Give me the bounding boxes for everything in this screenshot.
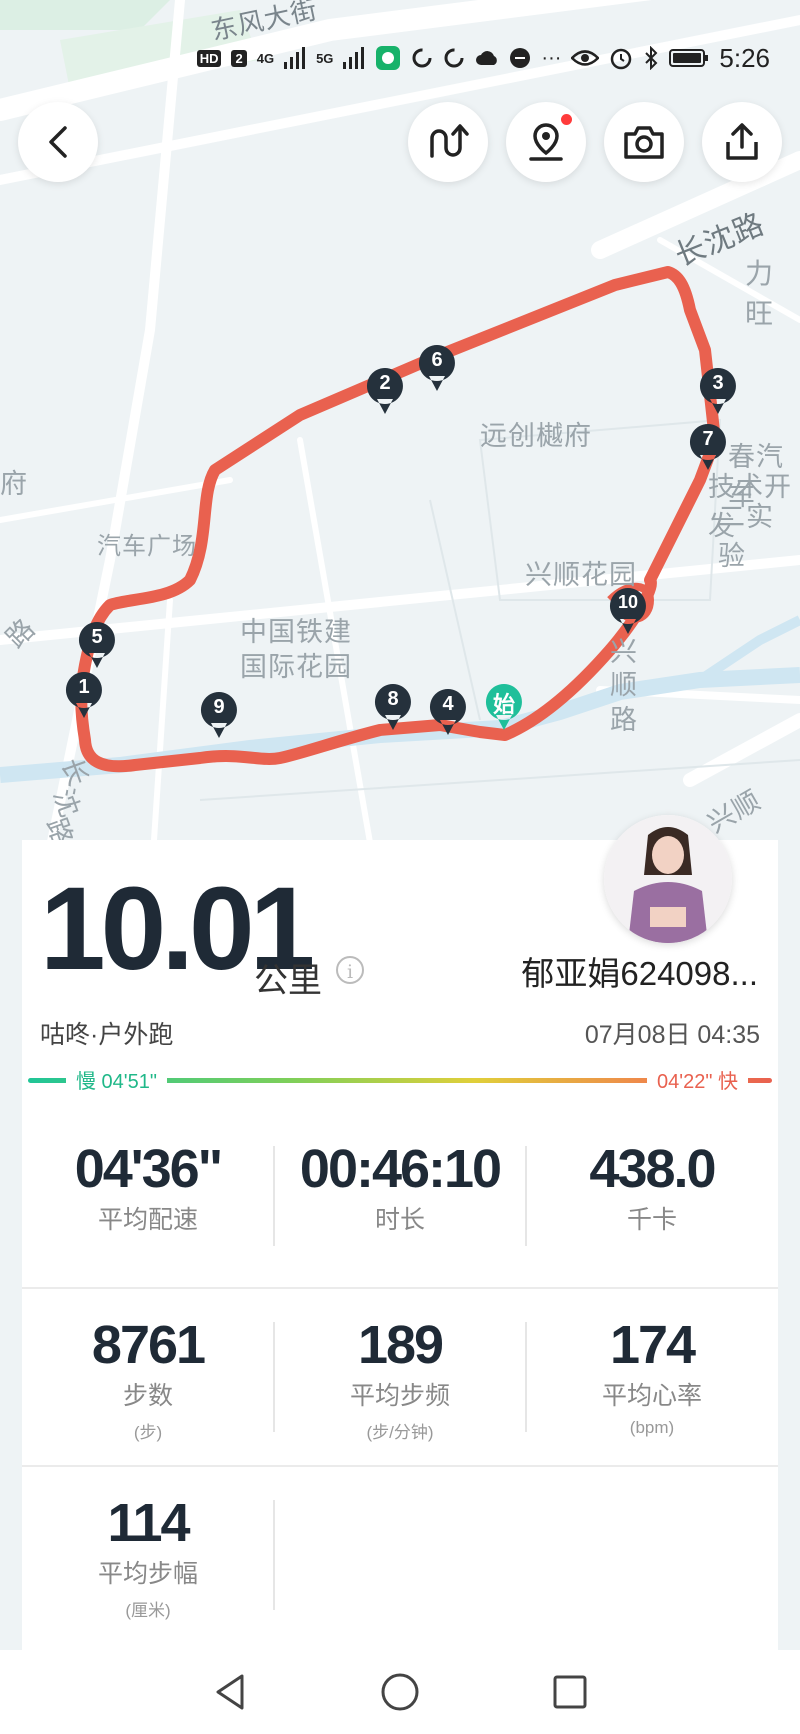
summary-card: 10.01 公里 i 郁亚娟624098... 咕咚·户外跑 07月08日 04… xyxy=(22,840,778,1650)
map-label-road: 路 xyxy=(610,705,638,735)
stat-label: 平均步频 xyxy=(349,1382,450,1410)
stat-value: 189 xyxy=(357,1315,444,1375)
stat-avg-pace: 04'36" 平均配速 xyxy=(22,1142,274,1236)
status-bar: HD 2 4G 5G ··· 5:26 xyxy=(196,40,770,76)
lap-marker-2[interactable]: 2 xyxy=(365,366,405,416)
map-label-area: 二实验 xyxy=(718,502,774,571)
stat-value: 438.0 xyxy=(589,1139,716,1199)
stat-stride: 114 平均步幅 (厘米) xyxy=(22,1496,274,1621)
sync-icon xyxy=(412,48,432,68)
info-icon[interactable]: i xyxy=(336,956,364,984)
camera-icon xyxy=(624,126,664,159)
stat-calories: 438.0 千卡 xyxy=(526,1142,778,1236)
lap-marker-5[interactable]: 5 xyxy=(77,620,117,670)
lap-marker-9[interactable]: 9 xyxy=(199,690,239,740)
location-camera-button[interactable] xyxy=(506,102,586,182)
pace-slowest-label: 慢 04'51" xyxy=(66,1065,167,1094)
nav-recents-icon[interactable] xyxy=(548,1670,592,1714)
signal-5g-label: 5G xyxy=(316,50,334,66)
cloud-icon xyxy=(476,51,498,65)
map-label-area: 远创樾府 xyxy=(480,421,592,451)
lap-marker-7[interactable]: 7 xyxy=(688,422,728,472)
map-label-area: 汽车广场 xyxy=(97,533,197,560)
lap-marker-3[interactable]: 3 xyxy=(698,366,738,416)
divider xyxy=(22,1287,778,1289)
clock: 5:26 xyxy=(719,42,770,73)
lap-marker-4[interactable]: 4 xyxy=(428,687,468,737)
hd-indicator: HD xyxy=(196,49,222,67)
activity-datetime: 07月08日 04:35 xyxy=(584,1021,760,1049)
map-label-area: 国际花园 xyxy=(240,652,352,682)
divider xyxy=(273,1322,275,1432)
start-marker[interactable]: 始 xyxy=(484,682,524,732)
notification-dot xyxy=(561,114,572,125)
sim-indicator: 2 xyxy=(231,49,247,67)
stat-heart-rate: 174 平均心率 (bpm) xyxy=(526,1318,778,1443)
route-replay-button[interactable] xyxy=(408,102,488,182)
alarm-icon xyxy=(611,48,632,70)
stat-label: 步数 xyxy=(122,1382,173,1410)
signal-4g-label: 4G xyxy=(256,50,275,66)
activity-source: 咕咚·户外跑 xyxy=(40,1021,174,1049)
bluetooth-icon xyxy=(645,46,658,70)
stat-value: 114 xyxy=(107,1493,190,1553)
stat-unit: (步/分钟) xyxy=(366,1423,434,1442)
share-button[interactable] xyxy=(702,102,782,182)
app-notification-icon xyxy=(376,46,401,70)
nav-home-icon[interactable] xyxy=(378,1670,422,1714)
divider xyxy=(525,1322,527,1432)
stat-label: 千卡 xyxy=(626,1206,677,1234)
system-navigation-bar xyxy=(0,1650,800,1734)
divider xyxy=(525,1146,527,1246)
stat-unit: (步) xyxy=(133,1423,163,1442)
divider xyxy=(273,1500,275,1610)
more-notifications-icon: ··· xyxy=(541,46,562,69)
stat-label: 平均步幅 xyxy=(97,1560,198,1588)
route-replay-icon xyxy=(430,124,469,158)
distance-unit: 公里 xyxy=(254,962,322,1000)
stat-unit: (厘米) xyxy=(125,1601,171,1620)
avatar-image xyxy=(604,815,732,943)
stats-row: 04'36" 平均配速 00:46:10 时长 438.0 千卡 xyxy=(22,1142,778,1236)
map-label-road: 顺 xyxy=(610,670,638,700)
map-label-area: 中国铁建 xyxy=(240,617,352,647)
nav-back-icon[interactable] xyxy=(208,1670,252,1714)
app-icon xyxy=(510,48,531,68)
sync-icon xyxy=(444,48,464,68)
share-icon xyxy=(726,123,758,160)
stat-value: 04'36" xyxy=(74,1139,224,1199)
divider xyxy=(22,1465,778,1467)
lap-marker-6[interactable]: 6 xyxy=(417,343,457,393)
signal-icon xyxy=(343,47,365,69)
stats-row: 8761 步数 (步) 189 平均步频 (步/分钟) 174 平均心率 (bpm) xyxy=(22,1318,778,1443)
stat-label: 平均心率 xyxy=(601,1382,702,1410)
stat-unit: (bpm) xyxy=(629,1418,675,1437)
back-icon xyxy=(49,126,67,158)
map-label-area: 府 xyxy=(0,469,28,499)
lap-marker-10[interactable]: 10 xyxy=(608,586,648,636)
stats-row: 114 平均步幅 (厘米) xyxy=(22,1496,778,1621)
battery-icon xyxy=(669,49,709,67)
stat-value: 00:46:10 xyxy=(299,1139,502,1199)
location-camera-icon xyxy=(529,123,563,161)
signal-icon xyxy=(284,47,306,69)
stat-value: 174 xyxy=(609,1315,696,1375)
divider xyxy=(273,1146,275,1246)
lap-marker-8[interactable]: 8 xyxy=(373,682,413,732)
stat-steps: 8761 步数 (步) xyxy=(22,1318,274,1443)
stat-cadence: 189 平均步频 (步/分钟) xyxy=(274,1318,526,1443)
stat-value: 8761 xyxy=(91,1315,206,1375)
stat-label: 平均配速 xyxy=(97,1206,198,1234)
stat-duration: 00:46:10 时长 xyxy=(274,1142,526,1236)
camera-button[interactable] xyxy=(604,102,684,182)
map-label-area: 力旺 xyxy=(745,258,775,329)
username[interactable]: 郁亚娟624098... xyxy=(521,947,758,995)
eye-icon xyxy=(571,50,600,66)
pace-fastest-label: 04'22" 快 xyxy=(647,1065,748,1094)
back-button[interactable] xyxy=(18,102,98,182)
avatar[interactable] xyxy=(604,815,732,943)
stat-label: 时长 xyxy=(374,1206,425,1234)
lap-marker-1[interactable]: 1 xyxy=(64,670,104,720)
